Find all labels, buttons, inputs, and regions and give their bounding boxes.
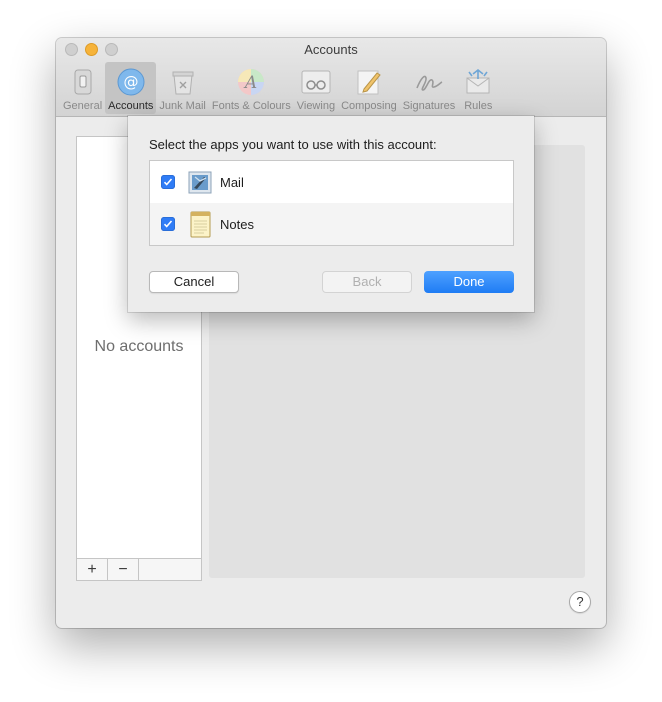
tab-fonts-colours[interactable]: A Fonts & Colours — [209, 62, 294, 114]
tab-accounts[interactable]: @ Accounts — [105, 62, 157, 114]
tab-general[interactable]: General — [60, 62, 105, 114]
notes-checkbox[interactable] — [161, 217, 175, 231]
checkmark-icon — [163, 178, 173, 186]
select-apps-sheet: Select the apps you want to use with thi… — [128, 116, 534, 312]
tab-viewing[interactable]: Viewing — [294, 62, 338, 114]
viewing-glasses-icon — [299, 67, 333, 97]
signature-icon — [412, 67, 446, 97]
tab-rules-label: Rules — [464, 100, 493, 112]
tab-general-label: General — [63, 100, 103, 112]
accounts-list-footer: + − — [76, 558, 202, 581]
add-account-button[interactable]: + — [77, 559, 108, 580]
fonts-colours-icon: A — [234, 67, 268, 97]
help-button[interactable]: ? — [569, 591, 591, 613]
svg-text:A: A — [243, 73, 257, 93]
app-row-notes[interactable]: Notes — [150, 203, 513, 245]
preferences-toolbar: General @ Accounts Junk Mail A Fonts & C… — [60, 62, 498, 114]
tab-signatures-label: Signatures — [402, 100, 456, 112]
tab-composing-label: Composing — [341, 100, 397, 112]
app-list: Mail Notes — [149, 160, 514, 246]
remove-account-button[interactable]: − — [108, 559, 139, 580]
sheet-prompt: Select the apps you want to use with thi… — [149, 137, 437, 152]
mail-app-icon — [185, 167, 215, 197]
cancel-button[interactable]: Cancel — [149, 271, 239, 293]
window-title: Accounts — [304, 42, 358, 57]
titlebar: Accounts General @ Accounts Junk Mail A … — [56, 38, 606, 117]
mail-app-name: Mail — [220, 174, 244, 190]
tab-signatures[interactable]: Signatures — [400, 62, 459, 114]
rules-envelope-icon — [461, 67, 495, 97]
tab-accounts-label: Accounts — [108, 100, 154, 112]
tab-composing[interactable]: Composing — [338, 62, 400, 114]
at-sign-icon: @ — [114, 67, 148, 97]
junk-bin-icon — [166, 67, 200, 97]
app-row-mail[interactable]: Mail — [150, 161, 513, 203]
checkmark-icon — [163, 220, 173, 228]
no-accounts-text: No accounts — [94, 338, 184, 355]
done-button[interactable]: Done — [424, 271, 514, 293]
notes-app-name: Notes — [220, 216, 254, 232]
tab-junk-mail-label: Junk Mail — [159, 100, 206, 112]
tab-junk-mail[interactable]: Junk Mail — [156, 62, 208, 114]
tab-fonts-colours-label: Fonts & Colours — [211, 100, 291, 112]
notes-app-icon — [185, 209, 215, 239]
composing-pencil-icon — [352, 67, 386, 97]
back-button[interactable]: Back — [322, 271, 412, 293]
mail-checkbox[interactable] — [161, 175, 175, 189]
general-switch-icon — [66, 67, 100, 97]
svg-text:@: @ — [123, 73, 138, 91]
tab-rules[interactable]: Rules — [458, 62, 498, 114]
tab-viewing-label: Viewing — [296, 100, 336, 112]
